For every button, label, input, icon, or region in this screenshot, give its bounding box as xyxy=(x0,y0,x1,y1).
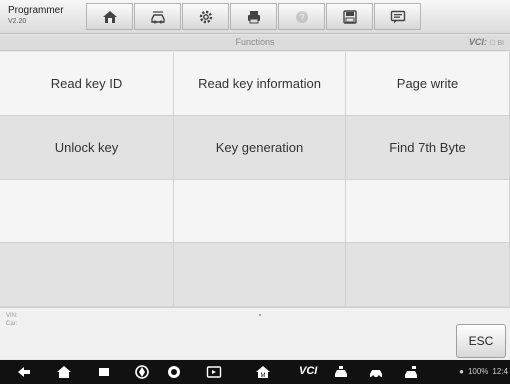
svg-text:?: ? xyxy=(299,12,304,22)
esc-button[interactable]: ESC xyxy=(456,324,506,358)
home-icon xyxy=(57,366,71,378)
back-button[interactable] xyxy=(16,364,32,380)
maxisys-home-icon: M xyxy=(256,366,270,379)
function-find-7th-byte[interactable]: Find 7th Byte xyxy=(346,115,510,180)
function-empty-slot xyxy=(174,243,346,307)
notification-icon: ● xyxy=(459,367,464,376)
clock: 12:4 xyxy=(492,367,508,376)
toolbar-buttons: ? xyxy=(86,3,422,30)
function-empty-slot xyxy=(0,243,174,307)
vehicle-swap-button[interactable] xyxy=(134,3,181,30)
function-unlock-key[interactable]: Unlock key xyxy=(0,115,174,180)
browser-button[interactable] xyxy=(134,364,150,380)
vci-shortcut[interactable]: VCI xyxy=(299,365,317,377)
app-title: Programmer xyxy=(8,5,64,16)
vehicle-diagnostic-icon xyxy=(335,366,347,377)
screen-mirror-icon xyxy=(206,366,222,378)
function-header: Functions VCI: ⎔ BI xyxy=(0,35,510,51)
maxisys-home-button[interactable]: M xyxy=(255,364,271,380)
settings-button[interactable] xyxy=(182,3,229,30)
home-icon xyxy=(102,10,117,23)
function-page-write[interactable]: Page write xyxy=(346,52,510,116)
vehicle-info-panel: VIN: Car: ESC xyxy=(0,307,510,359)
recent-apps-icon xyxy=(99,368,109,376)
recent-apps-button[interactable] xyxy=(96,364,112,380)
vehicle-swap-icon xyxy=(150,10,165,23)
screen-mirror-button[interactable] xyxy=(206,364,222,380)
print-icon xyxy=(247,10,260,23)
camera-button[interactable] xyxy=(166,364,182,380)
help-button[interactable]: ? xyxy=(278,3,325,30)
programmer-app: Programmer V2.20 ? Functions VCI: ⎔ BI R… xyxy=(0,0,510,384)
page-title: Functions xyxy=(235,37,275,47)
function-read-key-id[interactable]: Read key ID xyxy=(0,52,174,116)
back-arrow-icon xyxy=(18,367,30,377)
function-empty-slot xyxy=(174,179,346,244)
app-version: V2.20 xyxy=(8,18,27,25)
page-indicator-dot xyxy=(259,314,261,316)
status-area: ● 100% 12:4 xyxy=(459,367,508,376)
settings-icon xyxy=(199,10,212,23)
vin-label: VIN: xyxy=(6,313,18,319)
car-service-icon xyxy=(405,366,417,378)
camera-icon xyxy=(168,366,180,378)
car-icon xyxy=(370,370,382,379)
vehicle-service-button[interactable] xyxy=(403,364,419,380)
function-empty-slot xyxy=(346,243,510,307)
vci-status: VCI: ⎔ BI xyxy=(469,37,504,47)
function-key-generation[interactable]: Key generation xyxy=(174,115,346,180)
help-icon: ? xyxy=(295,10,308,23)
save-button[interactable] xyxy=(326,3,373,30)
vci-connection-status: ⎔ BI xyxy=(489,40,504,47)
android-home-button[interactable] xyxy=(56,364,72,380)
android-nav-bar: M VCI ● 100% 12:4 xyxy=(0,360,510,384)
function-grid: Read key ID Read key information Page wr… xyxy=(0,52,510,307)
function-empty-slot xyxy=(346,179,510,244)
home-button[interactable] xyxy=(86,3,133,30)
browser-icon xyxy=(135,365,149,379)
svg-text:M: M xyxy=(261,373,266,379)
function-read-key-information[interactable]: Read key information xyxy=(174,52,346,116)
print-button[interactable] xyxy=(230,3,277,30)
data-logging-icon xyxy=(390,10,405,23)
top-toolbar: Programmer V2.20 ? xyxy=(0,0,510,34)
vehicle-diagnostic-button[interactable] xyxy=(333,364,349,380)
vehicle-button[interactable] xyxy=(368,364,384,380)
save-icon xyxy=(342,9,357,24)
battery-level: 100% xyxy=(467,367,489,376)
vci-label: VCI: xyxy=(468,37,487,47)
car-label: Car: xyxy=(6,321,18,327)
function-empty-slot xyxy=(0,179,174,244)
data-logging-button[interactable] xyxy=(374,3,421,30)
